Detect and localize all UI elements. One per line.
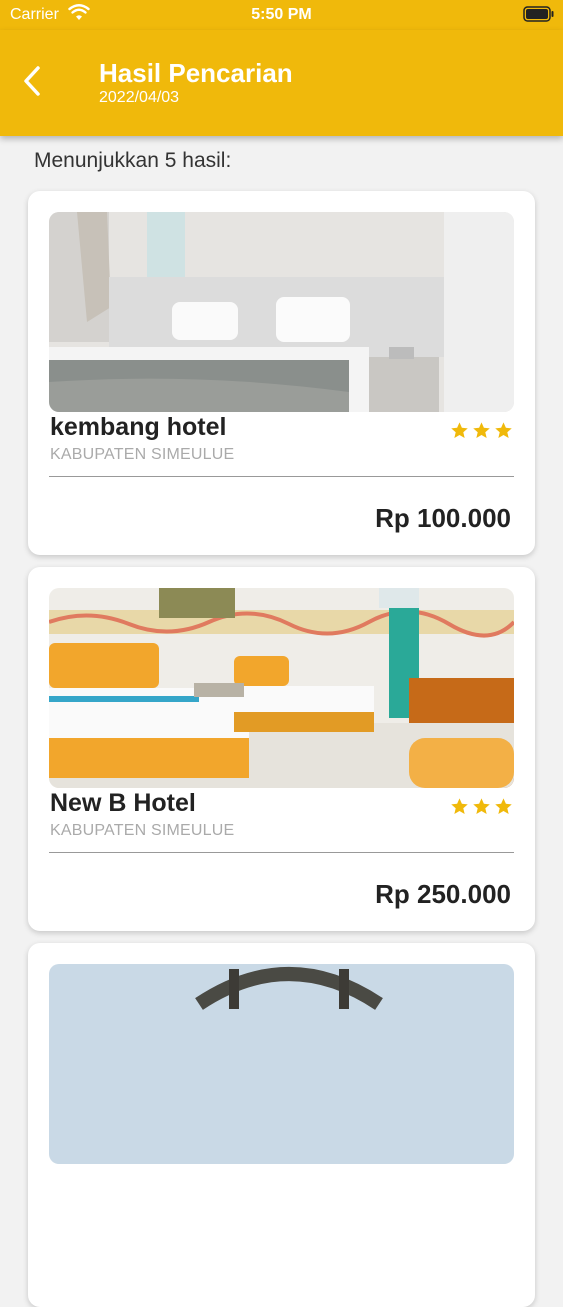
hotel-photo (49, 212, 514, 412)
hotel-location: KABUPATEN SIMEULUE (50, 822, 235, 839)
hotel-card[interactable] (28, 943, 535, 1307)
back-button[interactable] (18, 64, 48, 98)
status-time: 5:50 PM (251, 6, 312, 23)
chevron-left-icon (24, 66, 40, 96)
star-icon (495, 422, 512, 439)
star-rating (450, 421, 513, 440)
results-summary: Menunjukkan 5 hasil: (34, 149, 232, 172)
star-icon (451, 422, 468, 439)
hotel-location: KABUPATEN SIMEULUE (50, 446, 235, 463)
star-icon (495, 798, 512, 815)
hotel-name: New B Hotel (50, 789, 196, 817)
battery-icon (523, 6, 555, 27)
hotel-card[interactable]: New B Hotel KABUPATEN SIMEULUE Rp 250.00… (28, 567, 535, 931)
hotel-name: kembang hotel (50, 413, 227, 441)
hotel-price: Rp 100.000 (375, 503, 511, 533)
star-icon (473, 798, 490, 815)
hotel-photo (49, 964, 514, 1164)
hotel-price: Rp 250.000 (375, 879, 511, 909)
search-date: 2022/04/03 (99, 89, 180, 106)
divider (49, 852, 514, 853)
status-bar: Carrier 5:50 PM (0, 0, 563, 30)
star-icon (451, 798, 468, 815)
divider (49, 476, 514, 477)
star-rating (450, 797, 513, 816)
hotel-photo (49, 588, 514, 788)
app-header: Hasil Pencarian 2022/04/03 (0, 30, 563, 136)
page-title: Hasil Pencarian (99, 58, 293, 88)
hotel-card[interactable]: kembang hotel KABUPATEN SIMEULUE Rp 100.… (28, 191, 535, 555)
star-icon (473, 422, 490, 439)
